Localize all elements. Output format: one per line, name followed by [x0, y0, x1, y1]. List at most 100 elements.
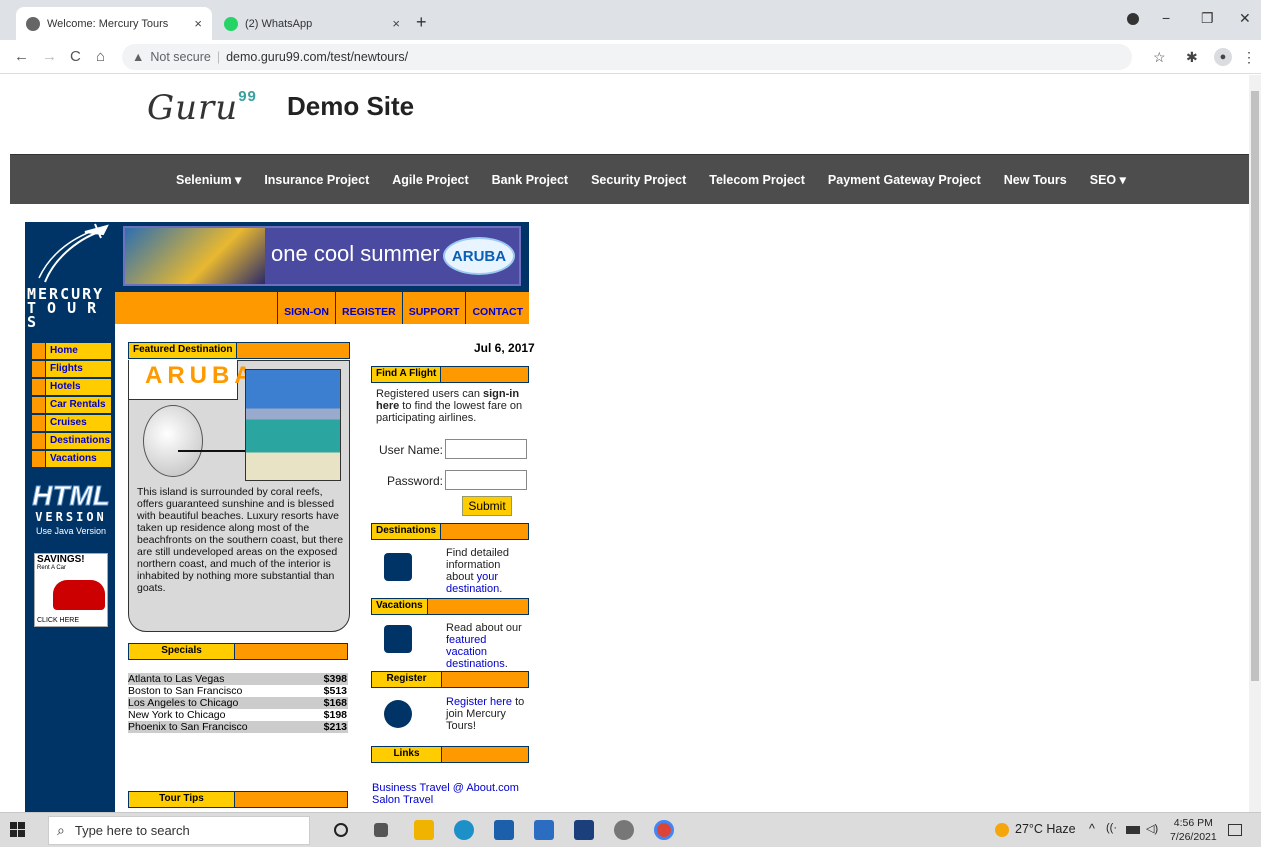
nav-security-project[interactable]: Security Project	[591, 173, 686, 187]
specials-header: Specials	[128, 643, 348, 660]
browser-tab-bar: Welcome: Mercury Tours × (2) WhatsApp × …	[0, 0, 1261, 40]
register-label: Register	[372, 672, 442, 687]
support-link[interactable]: SUPPORT	[401, 292, 466, 324]
savings-ad[interactable]: SAVINGS! Rent A Car CLICK HERE	[34, 553, 108, 627]
nav-link[interactable]: Car Rentals	[46, 397, 111, 413]
nav-insurance-project[interactable]: Insurance Project	[264, 173, 369, 187]
nav-link[interactable]: Destinations	[46, 433, 111, 449]
register-link[interactable]: REGISTER	[335, 292, 402, 324]
page-scrollbar[interactable]	[1249, 75, 1261, 812]
back-button[interactable]: ←	[14, 48, 29, 65]
route: Phoenix to San Francisco	[128, 721, 248, 733]
contact-link[interactable]: CONTACT	[465, 292, 529, 324]
route: Atlanta to Las Vegas	[128, 673, 225, 685]
find-flight-label: Find A Flight	[372, 367, 442, 382]
network-icon[interactable]: ((·	[1106, 822, 1117, 834]
version-text: VERSION	[35, 510, 107, 524]
vacations-tail: .	[504, 658, 508, 670]
reload-button[interactable]: C	[70, 48, 81, 65]
extensions-icon[interactable]: ✱	[1186, 49, 1198, 66]
nav-payment-gateway-project[interactable]: Payment Gateway Project	[828, 173, 981, 187]
volume-icon[interactable]: ◁)	[1146, 822, 1158, 835]
airplane-logo-icon	[38, 223, 109, 283]
taskbar-clock[interactable]: 4:56 PM 7/26/2021	[1170, 816, 1217, 844]
register-here-link[interactable]: Register here	[446, 696, 512, 708]
taskbar-search[interactable]: ⌕ Type here to search	[48, 816, 310, 845]
tab-title: (2) WhatsApp	[245, 17, 313, 30]
show-hidden-icons[interactable]: ^	[1089, 822, 1095, 836]
profile-avatar-icon[interactable]: ●	[1214, 48, 1232, 66]
password-input[interactable]	[445, 470, 527, 490]
user-name-input[interactable]	[445, 439, 527, 459]
profile-dot-icon[interactable]	[1127, 13, 1139, 25]
new-tab-button[interactable]: +	[416, 12, 427, 33]
menu-icon[interactable]: ⋮	[1242, 49, 1256, 66]
featured-vacation-link[interactable]: featured vacation destinations	[446, 634, 505, 670]
guru99-logo[interactable]: Guru99	[147, 88, 257, 128]
minimize-button[interactable]: −	[1162, 10, 1170, 26]
link-business-travel[interactable]: Business Travel @ About.com	[372, 782, 532, 794]
tab-whatsapp[interactable]: (2) WhatsApp ×	[214, 7, 410, 40]
price: $213	[323, 721, 347, 733]
links-list: Business Travel @ About.com Salon Travel	[372, 782, 532, 806]
link-salon-travel[interactable]: Salon Travel	[372, 794, 532, 806]
html-text: HTML	[32, 480, 111, 511]
chrome-icon[interactable]	[654, 820, 674, 840]
price: $198	[323, 709, 347, 721]
edge-icon[interactable]	[454, 820, 474, 840]
mail-icon[interactable]	[534, 820, 554, 840]
weather-text[interactable]: 27°C Haze	[1015, 822, 1076, 836]
nav-seo[interactable]: SEO ▾	[1090, 172, 1126, 187]
nav-link[interactable]: Vacations	[46, 451, 111, 467]
bookmark-star-icon[interactable]: ☆	[1153, 49, 1166, 66]
site-nav-bar: Selenium ▾ Insurance Project Agile Proje…	[10, 154, 1249, 204]
find-flight-header: Find A Flight	[371, 366, 529, 383]
register-text: Register here to join Mercury Tours!	[446, 696, 530, 732]
top-menu-bar: SIGN-ON REGISTER SUPPORT CONTACT	[115, 292, 529, 324]
nav-link[interactable]: Hotels	[46, 379, 111, 395]
nav-new-tours[interactable]: New Tours	[1004, 173, 1067, 187]
nav-link[interactable]: Cruises	[46, 415, 111, 431]
nav-telecom-project[interactable]: Telecom Project	[709, 173, 805, 187]
app-icon[interactable]	[574, 820, 594, 840]
tour-tips-header: Tour Tips	[128, 791, 348, 808]
nav-link[interactable]: Flights	[46, 361, 111, 377]
specials-table: Atlanta to Las Vegas $398 Boston to San F…	[128, 673, 348, 733]
nav-bank-project[interactable]: Bank Project	[492, 173, 568, 187]
close-tab-icon[interactable]: ×	[392, 16, 400, 31]
side-nav-destinations: Destinations	[31, 432, 112, 450]
nav-selenium[interactable]: Selenium ▾	[176, 172, 241, 187]
address-bar-row: ← → C ⌂ ▲ Not secure | demo.guru99.com/t…	[0, 40, 1261, 74]
nav-agile-project[interactable]: Agile Project	[392, 173, 468, 187]
close-window-button[interactable]: ✕	[1239, 10, 1251, 27]
url-field[interactable]: ▲ Not secure | demo.guru99.com/test/newt…	[122, 44, 1132, 70]
summer-banner[interactable]: one cool summer ARUBA	[123, 226, 521, 286]
notification-icon[interactable]	[1228, 824, 1242, 836]
find-flight-text-a: Registered users can	[376, 388, 483, 400]
search-placeholder: Type here to search	[74, 823, 190, 838]
battery-icon[interactable]	[1126, 826, 1140, 834]
cortana-icon[interactable]	[334, 823, 348, 837]
forward-button[interactable]: →	[42, 48, 57, 65]
home-button[interactable]: ⌂	[96, 48, 105, 65]
sign-on-link[interactable]: SIGN-ON	[277, 292, 335, 324]
tab-mercury-tours[interactable]: Welcome: Mercury Tours ×	[16, 7, 212, 40]
store-icon[interactable]	[494, 820, 514, 840]
submit-button[interactable]: Submit	[462, 496, 512, 516]
mercury-tours-logo[interactable]: MERCURY T O U R S	[25, 222, 115, 330]
side-nav-home: Home	[31, 342, 112, 360]
maximize-button[interactable]: ❐	[1201, 10, 1214, 27]
file-explorer-icon[interactable]	[414, 820, 434, 840]
settings-icon[interactable]	[614, 820, 634, 840]
site-title: Demo Site	[287, 91, 415, 121]
clock-date: 7/26/2021	[1170, 831, 1217, 843]
vacations-text: Read about our featured vacation destina…	[446, 622, 530, 670]
task-view-icon[interactable]	[374, 823, 388, 837]
scrollbar-thumb[interactable]	[1251, 91, 1259, 681]
close-tab-icon[interactable]: ×	[194, 16, 202, 31]
nav-link[interactable]: Home	[46, 343, 111, 359]
java-version-link[interactable]: Use Java Version	[31, 526, 111, 536]
windows-start-icon[interactable]	[10, 822, 26, 838]
register-header: Register	[371, 671, 529, 688]
side-nav-flights: Flights	[31, 360, 112, 378]
